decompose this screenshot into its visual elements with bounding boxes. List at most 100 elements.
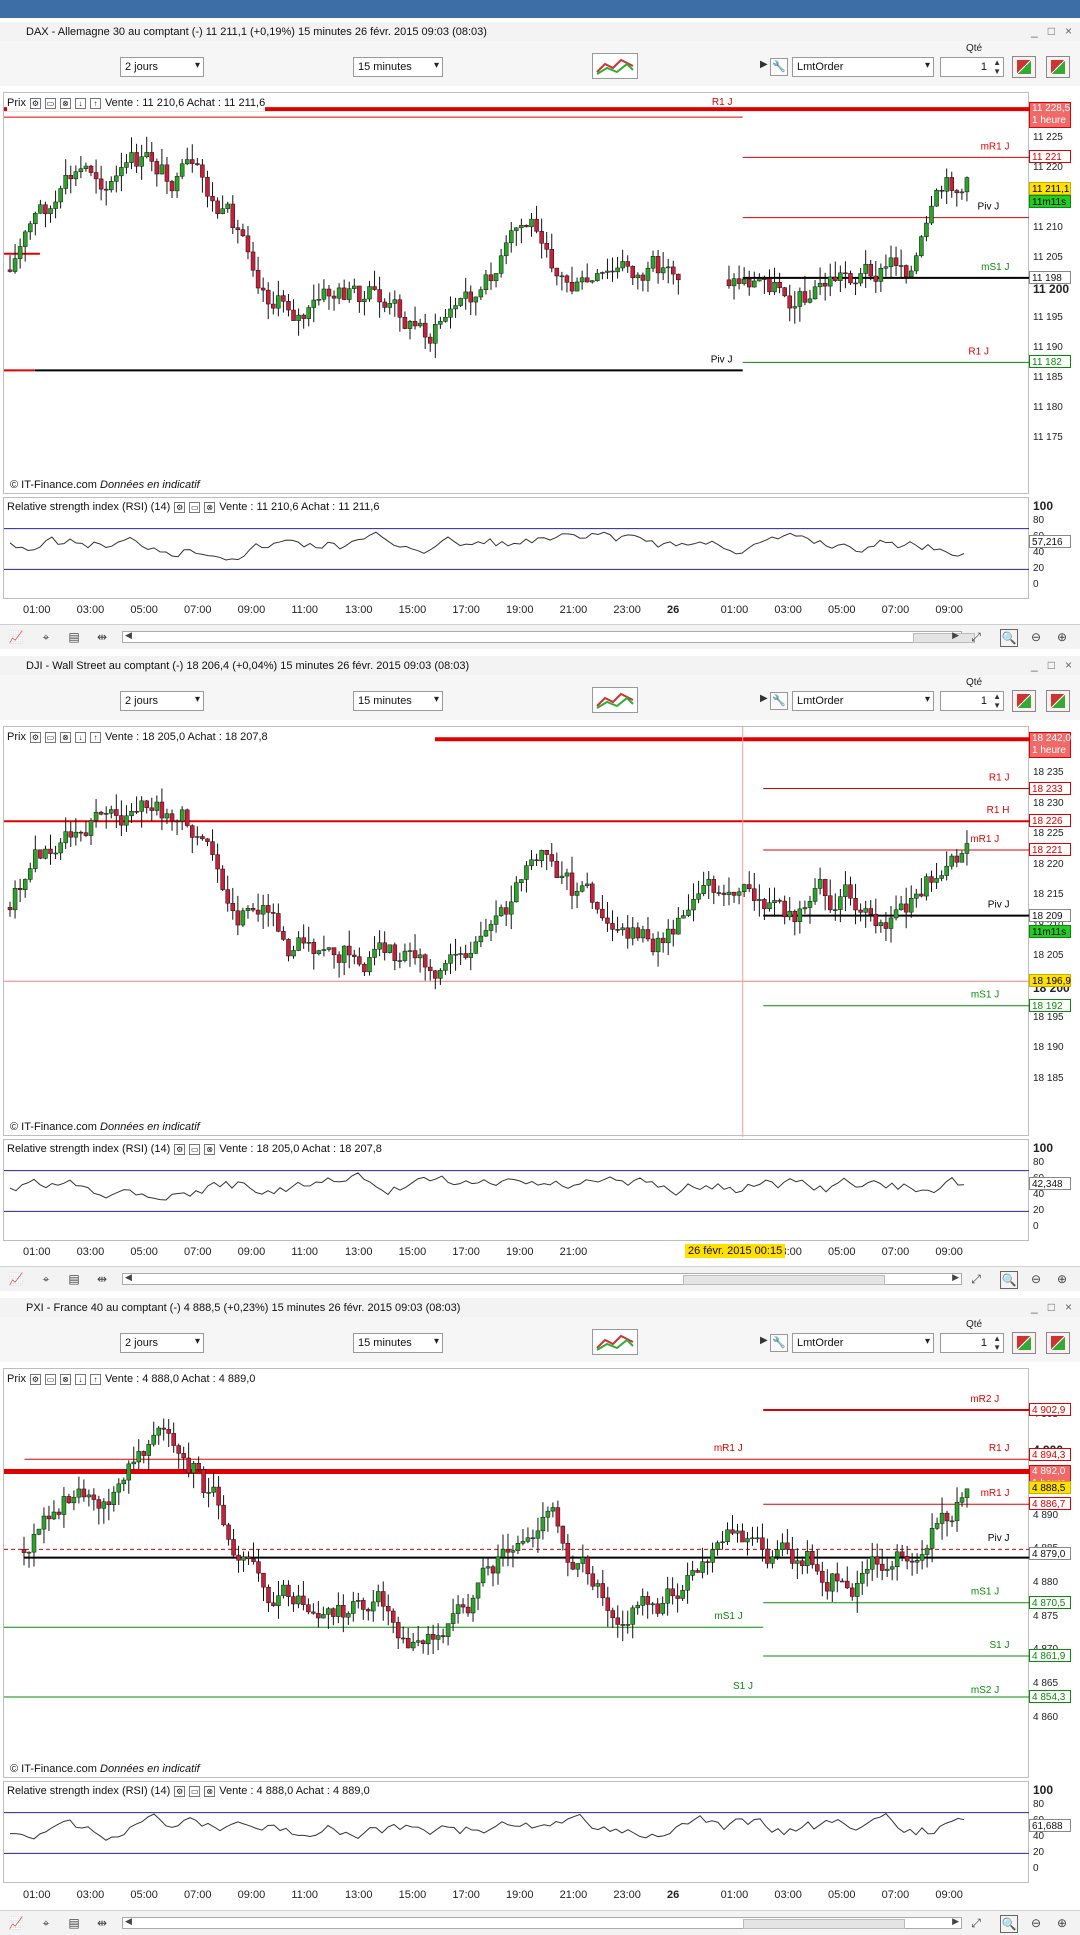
maximize-button[interactable]: □: [1048, 1300, 1055, 1314]
scroll-thumb[interactable]: [743, 1919, 905, 1929]
upload-icon[interactable]: ↑: [89, 731, 101, 743]
buy-button[interactable]: [1046, 1332, 1070, 1354]
price-chart[interactable]: R1 J R1 H mR1 J Piv J mS1 J Prix ⚙ ▭ ⊗ ↓ ↑ V…: [3, 726, 1030, 1137]
period-select[interactable]: 2 jours ▾: [120, 1333, 204, 1353]
zoom-in-icon[interactable]: ⊕: [1054, 1915, 1070, 1931]
zoom-fit-icon[interactable]: ⤢: [968, 629, 984, 645]
rsi-y-axis[interactable]: 10080604020042,348: [1029, 1139, 1080, 1241]
close-circle-icon[interactable]: ⊗: [59, 97, 71, 109]
price-y-axis[interactable]: 4 9054 9004 8954 8904 8854 8804 8754 870…: [1029, 1368, 1080, 1778]
time-scrollbar[interactable]: ◀ ▶: [122, 1272, 962, 1285]
wrench-icon[interactable]: ⚙: [174, 1785, 186, 1797]
wrench-icon[interactable]: 🔧: [770, 692, 788, 710]
interval-select[interactable]: 15 minutes ▾: [353, 691, 443, 711]
upload-icon[interactable]: ↑: [89, 97, 101, 109]
scroll-right-icon[interactable]: ▶: [952, 630, 959, 641]
zoom-out-icon[interactable]: ⊖: [1028, 629, 1044, 645]
download-icon[interactable]: ↓: [74, 97, 86, 109]
zoom-in-icon[interactable]: ⊕: [1054, 629, 1070, 645]
close-circle-icon[interactable]: ⊗: [59, 1373, 71, 1385]
scroll-left-icon[interactable]: ◀: [125, 1272, 132, 1283]
wrench-icon[interactable]: ⚙: [174, 501, 186, 513]
zoom-box-icon[interactable]: 🔍: [1000, 629, 1018, 647]
zoom-box-icon[interactable]: 🔍: [1000, 1915, 1018, 1933]
close-button[interactable]: ×: [1065, 1300, 1072, 1314]
rsi-chart[interactable]: Relative strength index (RSI) (14) ⚙ ▭ ⊗…: [3, 1781, 1030, 1883]
window-icon[interactable]: ▭: [44, 1373, 56, 1385]
wrench-icon[interactable]: ⚙: [174, 1143, 186, 1155]
scroll-thumb[interactable]: [913, 633, 975, 643]
zoom-out-icon[interactable]: ⊖: [1028, 1271, 1044, 1287]
window-icon[interactable]: ▭: [189, 1785, 201, 1797]
stepper-arrows-icon[interactable]: ▲ ▼: [993, 58, 1001, 76]
interval-select[interactable]: 15 minutes ▾: [353, 57, 443, 77]
chart-type-icon[interactable]: [592, 53, 638, 79]
time-axis[interactable]: 01:00 03:00 05:00 07:00 09:00 11:00 13:00 15:00…: [3, 1885, 1029, 1907]
minimize-button[interactable]: _: [1031, 24, 1038, 38]
wrench-icon[interactable]: ⚙: [29, 97, 41, 109]
split-icon[interactable]: ⇹: [94, 1271, 110, 1287]
buy-button[interactable]: [1046, 56, 1070, 78]
table-icon[interactable]: ▤: [66, 1915, 82, 1931]
wrench-icon[interactable]: ⚙: [29, 731, 41, 743]
price-chart[interactable]: mR2 J R1 J mR1 J mR1 J Piv J mS1 J mS1 J S1 J S1…: [3, 1368, 1030, 1778]
scroll-thumb[interactable]: [683, 1275, 885, 1285]
zoom-fit-icon[interactable]: ⤢: [968, 1915, 984, 1931]
price-y-axis[interactable]: 18 23518 23018 22518 22018 21518 21018 2…: [1029, 726, 1080, 1136]
maximize-button[interactable]: □: [1048, 658, 1055, 672]
zoom-in-icon[interactable]: ⊕: [1054, 1271, 1070, 1287]
close-button[interactable]: ×: [1065, 658, 1072, 672]
close-circle-icon[interactable]: ⊗: [204, 1785, 216, 1797]
order-type-select[interactable]: LmtOrder ▾: [792, 1333, 934, 1353]
close-circle-icon[interactable]: ⊗: [204, 501, 216, 513]
price-y-axis[interactable]: 11 22511 22011 21511 21011 20511 20011 1…: [1029, 92, 1080, 494]
table-icon[interactable]: ▤: [66, 629, 82, 645]
scroll-right-icon[interactable]: ▶: [952, 1272, 959, 1283]
rsi-chart[interactable]: Relative strength index (RSI) (14) ⚙ ▭ ⊗…: [3, 1139, 1030, 1241]
sell-button[interactable]: [1012, 56, 1036, 78]
interval-select[interactable]: 15 minutes ▾: [353, 1333, 443, 1353]
window-titlebar[interactable]: DAX - Allemagne 30 au comptant (-) 11 21…: [0, 22, 1080, 42]
order-type-select[interactable]: LmtOrder ▾: [792, 691, 934, 711]
window-icon[interactable]: ▭: [189, 501, 201, 513]
buy-button[interactable]: [1046, 690, 1070, 712]
chart-icon[interactable]: 📈: [8, 1271, 24, 1287]
window-icon[interactable]: ▭: [44, 97, 56, 109]
period-select[interactable]: 2 jours ▾: [120, 57, 204, 77]
time-axis[interactable]: 01:00 03:00 05:00 07:00 09:00 11:00 13:00 15:00…: [3, 1242, 1029, 1264]
cursor-icon[interactable]: ⌖: [38, 1271, 54, 1287]
wrench-icon[interactable]: ⚙: [29, 1373, 41, 1385]
download-icon[interactable]: ↓: [74, 1373, 86, 1385]
sell-button[interactable]: [1012, 1332, 1036, 1354]
chart-icon[interactable]: 📈: [8, 629, 24, 645]
scroll-left-icon[interactable]: ◀: [125, 630, 132, 641]
wrench-icon[interactable]: 🔧: [770, 1334, 788, 1352]
chart-type-icon[interactable]: [592, 687, 638, 713]
window-titlebar[interactable]: PXI - France 40 au comptant (-) 4 888,5 …: [0, 1298, 1080, 1318]
sell-button[interactable]: [1012, 690, 1036, 712]
window-icon[interactable]: ▭: [44, 731, 56, 743]
minimize-button[interactable]: _: [1031, 658, 1038, 672]
split-icon[interactable]: ⇹: [94, 629, 110, 645]
download-icon[interactable]: ↓: [74, 731, 86, 743]
rsi-chart[interactable]: Relative strength index (RSI) (14) ⚙ ▭ ⊗…: [3, 497, 1030, 599]
zoom-fit-icon[interactable]: ⤢: [968, 1271, 984, 1287]
window-icon[interactable]: ▭: [189, 1143, 201, 1155]
close-circle-icon[interactable]: ⊗: [59, 731, 71, 743]
close-circle-icon[interactable]: ⊗: [204, 1143, 216, 1155]
stepper-arrows-icon[interactable]: ▲ ▼: [993, 1334, 1001, 1352]
qty-stepper[interactable]: 1 ▲ ▼: [940, 57, 1004, 77]
split-icon[interactable]: ⇹: [94, 1915, 110, 1931]
upload-icon[interactable]: ↑: [89, 1373, 101, 1385]
qty-stepper[interactable]: 1 ▲ ▼: [940, 691, 1004, 711]
chart-icon[interactable]: 📈: [8, 1915, 24, 1931]
minimize-button[interactable]: _: [1031, 1300, 1038, 1314]
wrench-icon[interactable]: 🔧: [770, 58, 788, 76]
cursor-icon[interactable]: ⌖: [38, 629, 54, 645]
zoom-out-icon[interactable]: ⊖: [1028, 1915, 1044, 1931]
chart-type-icon[interactable]: [592, 1329, 638, 1355]
zoom-box-icon[interactable]: 🔍: [1000, 1271, 1018, 1289]
time-axis[interactable]: 01:00 03:00 05:00 07:00 09:00 11:00 13:00 15:00…: [3, 600, 1029, 622]
time-scrollbar[interactable]: ◀ ▶: [122, 630, 975, 643]
close-button[interactable]: ×: [1065, 24, 1072, 38]
